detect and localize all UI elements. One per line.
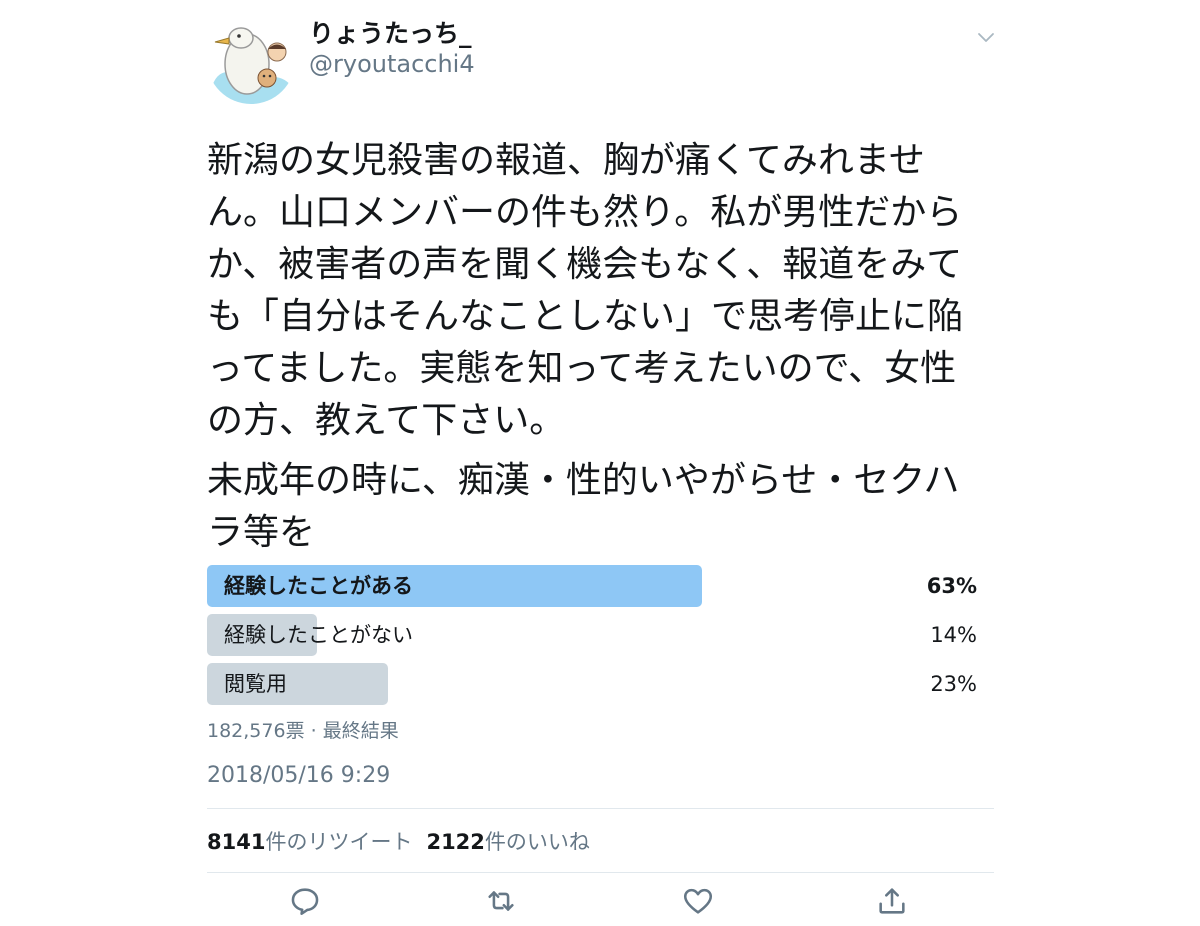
chevron-down-icon[interactable] xyxy=(974,25,998,49)
retweet-count[interactable]: 8141 xyxy=(207,830,265,854)
poll-option-percent: 14% xyxy=(930,623,977,647)
timestamp[interactable]: 2018/05/16 9:29 xyxy=(207,763,390,788)
poll-option-1: 経験したことがある 63% xyxy=(207,565,977,607)
retweet-icon[interactable] xyxy=(484,884,518,918)
tweet-paragraph: 新潟の女児殺害の報道、胸が痛くてみれません。山口メンバーの件も然り。私が男性だか… xyxy=(207,140,964,441)
poll-meta: 182,576票 · 最終結果 xyxy=(207,720,399,742)
like-label[interactable]: 件のいいね xyxy=(485,830,590,854)
poll-option-label: 経験したことがある xyxy=(224,574,413,598)
divider xyxy=(207,872,994,873)
reply-icon[interactable] xyxy=(288,884,322,918)
poll-option-label: 経験したことがない xyxy=(224,623,413,647)
avatar[interactable] xyxy=(207,16,295,104)
tweet-text: 新潟の女児殺害の報道、胸が痛くてみれません。山口メンバーの件も然り。私が男性だか… xyxy=(207,135,987,559)
share-icon[interactable] xyxy=(875,884,909,918)
poll-option-percent: 23% xyxy=(930,672,977,696)
display-name[interactable]: りょうたっち_ xyxy=(309,14,472,50)
like-icon[interactable] xyxy=(681,884,715,918)
poll-option-2: 経験したことがない 14% xyxy=(207,614,977,656)
like-count[interactable]: 2122 xyxy=(426,830,484,854)
engagement-stats: 8141件のリツイート 2122件のいいね xyxy=(207,826,590,856)
poll-option-percent: 63% xyxy=(926,574,977,598)
retweet-label[interactable]: 件のリツイート xyxy=(265,830,412,854)
poll-option-3: 閲覧用 23% xyxy=(207,663,977,705)
poll-option-label: 閲覧用 xyxy=(224,672,287,696)
user-handle[interactable]: @ryoutacchi4 xyxy=(309,50,475,78)
divider xyxy=(207,808,994,809)
poll-question: 未成年の時に、痴漢・性的いやがらせ・セクハラ等を xyxy=(207,460,960,553)
